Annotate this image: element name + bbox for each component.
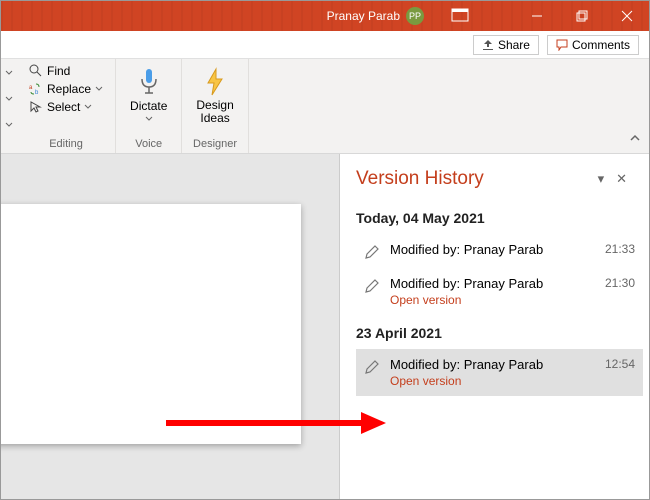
dropdown-3[interactable]	[5, 116, 13, 134]
chevron-down-icon	[145, 115, 153, 123]
pane-header: Version History ▾ ✕	[340, 154, 649, 200]
pencil-icon	[364, 278, 380, 294]
lightning-icon	[202, 67, 228, 97]
left-dropdowns	[1, 59, 17, 153]
close-button[interactable]	[604, 1, 649, 31]
version-item[interactable]: Modified by: Pranay Parab 21:30 Open versi…	[356, 268, 643, 315]
slide[interactable]	[1, 204, 301, 444]
collapse-ribbon-button[interactable]	[629, 131, 641, 149]
window-buttons	[514, 1, 649, 31]
voice-group: Dictate Voice	[116, 59, 182, 153]
title-user[interactable]: Pranay Parab PP	[327, 7, 424, 25]
version-item[interactable]: Modified by: Pranay Parab 21:33	[356, 234, 643, 268]
maximize-button[interactable]	[559, 1, 604, 31]
chevron-down-icon	[84, 103, 92, 111]
pane-options-button[interactable]: ▾	[592, 171, 611, 187]
version-time: 21:30	[605, 276, 635, 291]
find-button[interactable]: Find	[25, 63, 107, 79]
designer-group: Design Ideas Designer	[182, 59, 248, 153]
minimize-button[interactable]	[514, 1, 559, 31]
dropdown-1[interactable]	[5, 64, 13, 82]
version-time: 12:54	[605, 357, 635, 372]
pencil-icon	[364, 244, 380, 260]
search-icon	[29, 64, 43, 78]
microphone-icon	[136, 67, 162, 97]
chevron-down-icon	[95, 85, 103, 93]
cursor-icon	[29, 100, 43, 114]
ribbon: Find ab Replace Select Editing Dictate V…	[1, 59, 649, 154]
share-button[interactable]: Share	[473, 35, 539, 55]
user-name: Pranay Parab	[327, 9, 400, 23]
version-item[interactable]: Modified by: Pranay Parab 12:54 Open versi…	[356, 349, 643, 396]
dictate-button[interactable]: Dictate	[124, 63, 173, 127]
design-ideas-button[interactable]: Design Ideas	[190, 63, 239, 129]
modified-by-label: Modified by: Pranay Parab	[390, 242, 543, 257]
share-icon	[482, 39, 494, 51]
comment-icon	[556, 39, 568, 51]
dropdown-2[interactable]	[5, 90, 13, 108]
titlebar: Pranay Parab PP	[1, 1, 649, 31]
svg-text:b: b	[35, 90, 39, 96]
main-area: Version History ▾ ✕ Today, 04 May 2021 Mo…	[1, 154, 649, 499]
pencil-icon	[364, 359, 380, 375]
slide-canvas[interactable]	[1, 154, 339, 499]
date-group: 23 April 2021	[356, 325, 643, 341]
voice-label: Voice	[135, 138, 162, 153]
sharebar: Share Comments	[1, 31, 649, 59]
replace-button[interactable]: ab Replace	[25, 81, 107, 97]
date-group: Today, 04 May 2021	[356, 210, 643, 226]
pane-title: Version History	[356, 168, 592, 190]
designer-label: Designer	[193, 138, 237, 153]
version-time: 21:33	[605, 242, 635, 257]
open-version-link[interactable]: Open version	[390, 293, 635, 307]
open-version-link[interactable]: Open version	[390, 374, 635, 388]
comments-button[interactable]: Comments	[547, 35, 639, 55]
avatar[interactable]: PP	[406, 7, 424, 25]
select-button[interactable]: Select	[25, 99, 107, 115]
pane-close-button[interactable]: ✕	[610, 171, 633, 187]
ribbon-display-button[interactable]	[451, 8, 469, 25]
replace-icon: ab	[29, 82, 43, 96]
svg-text:a: a	[29, 85, 33, 91]
editing-label: Editing	[49, 138, 83, 153]
modified-by-label: Modified by: Pranay Parab	[390, 357, 543, 372]
version-history-pane: Version History ▾ ✕ Today, 04 May 2021 Mo…	[339, 154, 649, 499]
modified-by-label: Modified by: Pranay Parab	[390, 276, 543, 291]
editing-group: Find ab Replace Select Editing	[17, 59, 116, 153]
chevron-up-icon	[629, 132, 641, 144]
pane-body: Today, 04 May 2021 Modified by: Pranay Pa…	[340, 200, 649, 499]
